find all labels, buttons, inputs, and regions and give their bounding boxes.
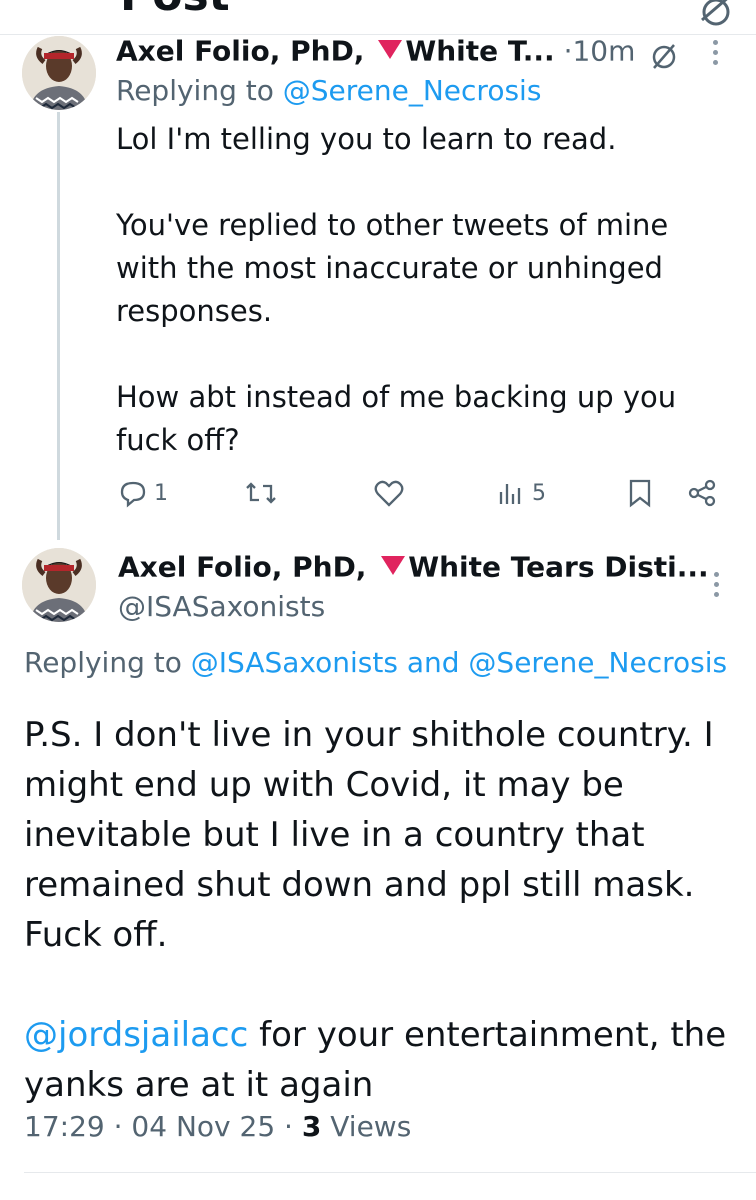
repost-button[interactable] <box>244 478 278 508</box>
tweet-text: Lol I'm telling you to learn to read. Yo… <box>116 118 716 462</box>
mention-link[interactable]: @Serene_Necrosis <box>468 646 727 679</box>
views-button[interactable]: 5 <box>496 478 546 508</box>
display-name[interactable]: Axel Folio, PhD, <box>116 35 364 68</box>
avatar[interactable] <box>22 36 96 110</box>
share-button[interactable] <box>686 478 718 508</box>
like-button[interactable] <box>373 478 405 508</box>
tweet-paragraph: How abt instead of me backing up you fuc… <box>116 380 677 457</box>
reply-button[interactable]: 1 <box>118 478 168 508</box>
user-handle[interactable]: @ISASaxonists <box>118 590 325 623</box>
tweet-paragraph: Lol I'm telling you to learn to read. <box>116 122 617 156</box>
heart-icon <box>374 480 404 507</box>
avatar[interactable] <box>22 548 96 622</box>
tweet-text: P.S. I don't live in your shithole count… <box>24 710 744 1110</box>
tweet-metadata: 17:29 · 04 Nov 25 · 3 Views <box>24 1110 411 1143</box>
tweet-date[interactable]: 04 Nov 25 <box>131 1110 275 1143</box>
tweet-paragraph: P.S. I don't live in your shithole count… <box>24 715 714 955</box>
mention-and[interactable]: and <box>407 646 460 679</box>
mention-link[interactable]: @ISASaxonists <box>191 646 398 679</box>
tweet-paragraph: @jordsjailacc for your entertainment, th… <box>24 1015 727 1105</box>
display-name-suffix[interactable]: White T... <box>405 35 554 68</box>
red-triangle-icon <box>380 550 406 583</box>
separator-dot: · <box>113 1110 123 1143</box>
timestamp[interactable]: 10m <box>572 35 635 68</box>
tweet-time[interactable]: 17:29 <box>24 1110 105 1143</box>
more-options-icon[interactable] <box>713 40 718 65</box>
divider <box>24 1172 756 1173</box>
share-icon <box>688 479 716 507</box>
display-name[interactable]: Axel Folio, PhD, <box>118 551 366 584</box>
page-title: Post <box>120 0 230 21</box>
mention-link[interactable]: @jordsjailacc <box>24 1015 248 1055</box>
more-options-icon[interactable] <box>714 572 719 597</box>
views-count: 5 <box>532 480 546 506</box>
mention-link[interactable]: @Serene_Necrosis <box>283 74 542 107</box>
tweet-paragraph: You've replied to other tweets of mine w… <box>116 208 669 328</box>
bookmark-icon <box>629 479 651 508</box>
display-name-row: Axel Folio, PhD, White Tears Disti... <box>118 550 709 587</box>
reply-count: 1 <box>154 480 168 506</box>
views-label: Views <box>330 1110 412 1143</box>
separator-dot: · <box>284 1110 293 1143</box>
grok-icon[interactable] <box>696 0 736 34</box>
reply-icon <box>120 481 146 508</box>
views-count: 3 <box>301 1110 322 1143</box>
red-triangle-icon <box>377 34 403 67</box>
repost-icon <box>246 482 276 504</box>
header: Post <box>0 0 756 34</box>
bookmark-button[interactable] <box>627 478 653 508</box>
display-name-suffix[interactable]: White Tears Disti... <box>408 551 708 584</box>
replying-to: Replying to @Serene_Necrosis <box>116 74 542 107</box>
thread-connector <box>57 112 60 540</box>
views-bar-icon <box>499 484 521 504</box>
replying-to: Replying to @ISASaxonists and @Serene_Ne… <box>24 646 728 679</box>
muted-conversation-icon[interactable] <box>648 40 680 76</box>
